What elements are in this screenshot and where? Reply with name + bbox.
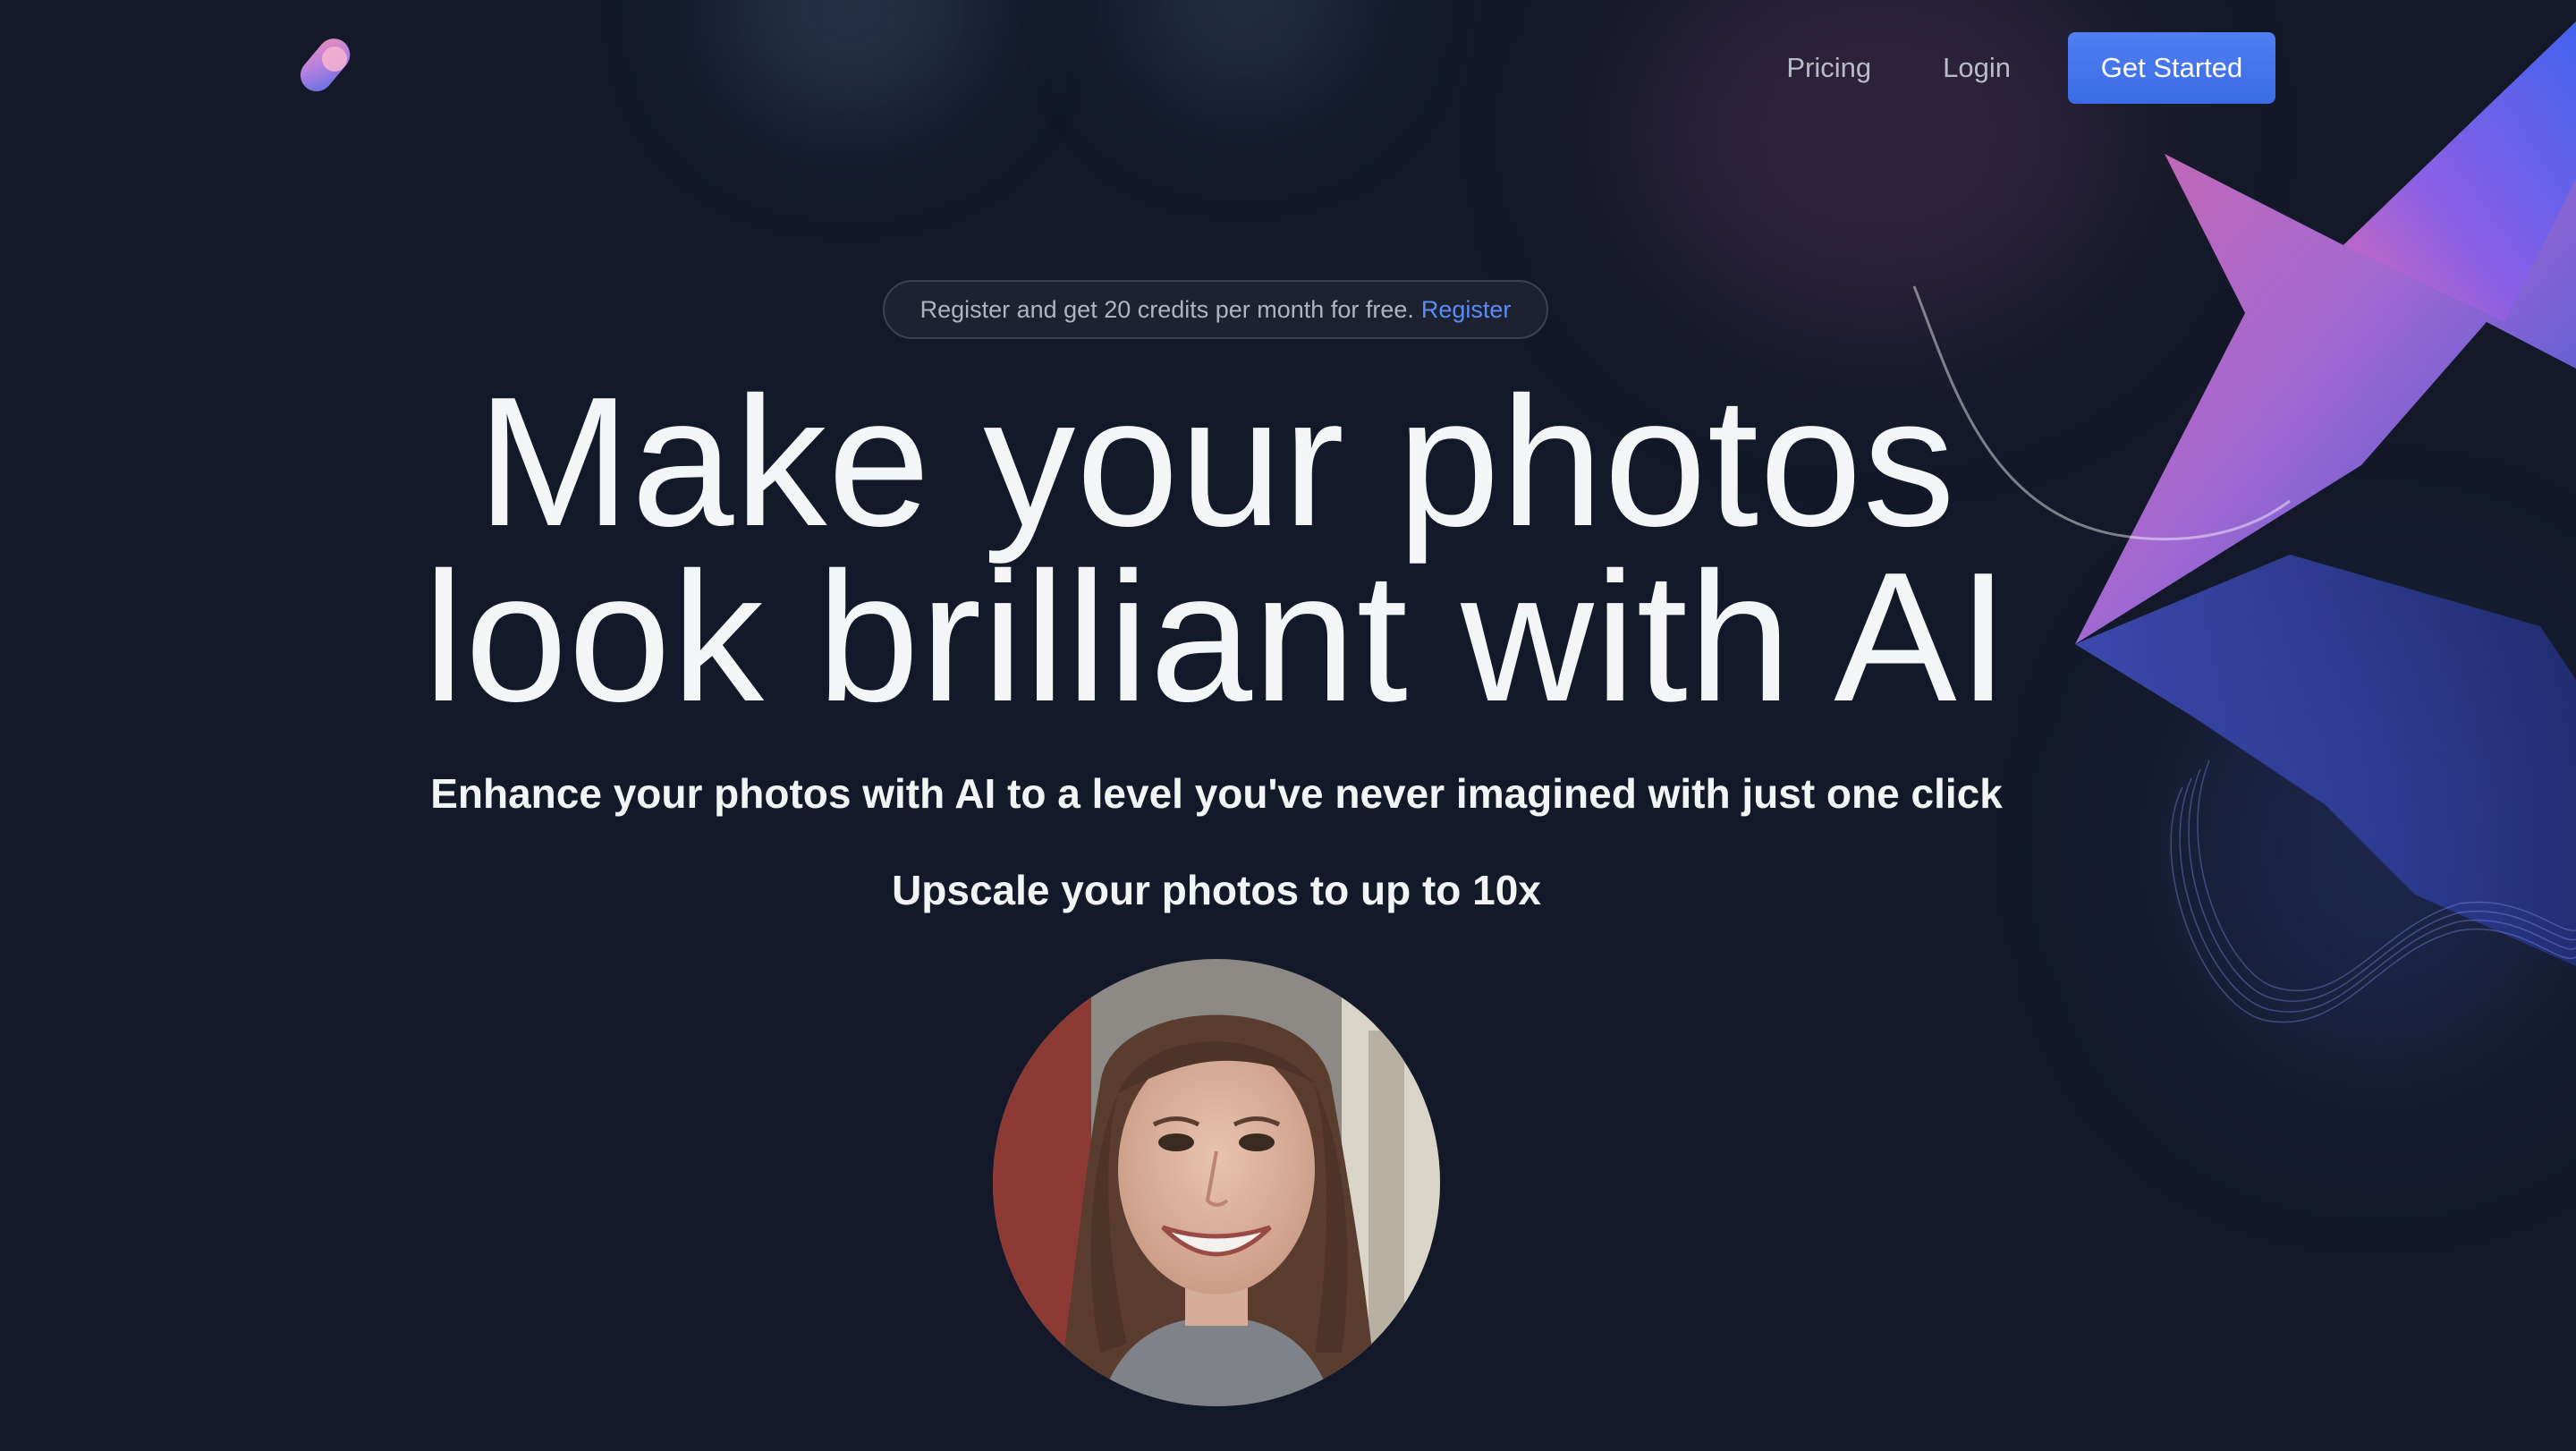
nav-pricing-link[interactable]: Pricing [1786,52,1871,84]
background-glow [716,0,984,125]
hero-headline-line-1: Make your photos [477,359,1956,564]
top-nav: Pricing Login Get Started [1786,32,2275,104]
portrait-illustration [993,959,1440,1406]
announcement-text: Register and get 20 credits per month fo… [919,295,1414,323]
gradient-blob-logo-icon[interactable] [295,36,360,100]
hero-subheadline: Enhance your photos with AI to a level y… [430,770,2003,817]
nav-login-link[interactable]: Login [1943,52,2011,84]
hero-headline: Make your photos look brilliant with AI [143,359,2290,740]
get-started-button[interactable]: Get Started [2068,32,2275,104]
background-glow [1127,0,1360,107]
register-link[interactable]: Register [1421,296,1512,324]
landing-page: Pricing Login Get Started Register and g… [0,0,2576,1451]
hero-tagline: Upscale your photos to up to 10x [892,867,1541,913]
announcement-banner: Register and get 20 credits per month fo… [883,280,1548,339]
hero-headline-line-2: look brilliant with AI [423,534,2010,740]
portrait-photo [993,959,1440,1406]
